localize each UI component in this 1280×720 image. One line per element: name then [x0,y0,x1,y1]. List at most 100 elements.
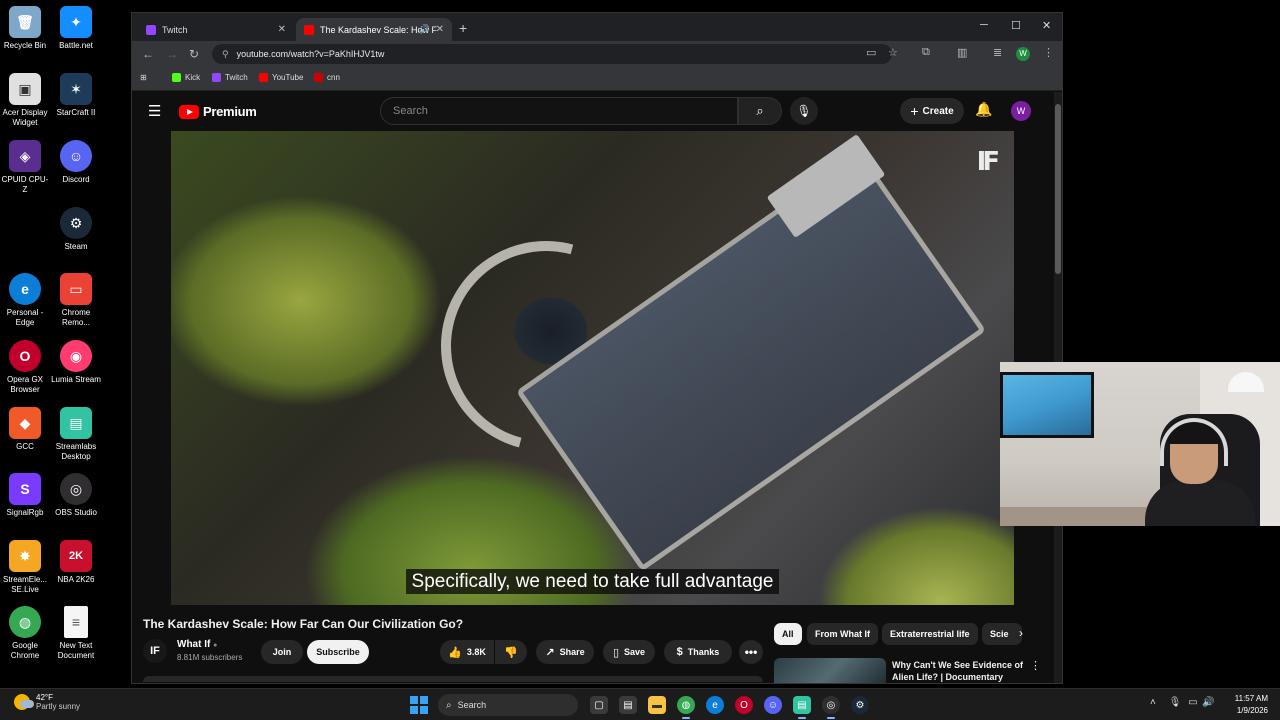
description-box[interactable] [143,676,763,682]
chip-science[interactable]: Scie [982,623,1022,645]
speaker-icon[interactable]: 🔊 [419,24,430,35]
more-actions-button[interactable]: ••• [739,640,763,664]
desktop-icon-discord[interactable]: ☺ Discord [51,140,101,185]
streamlabs-icon[interactable]: ▤ [793,696,811,719]
tab-youtube[interactable]: The Kardashev Scale: How F 🔊 ✕ [296,18,452,41]
discord-icon[interactable]: ☺ [764,696,782,714]
chip-all[interactable]: All [774,623,802,645]
minimize-icon[interactable]: ─ [980,19,988,31]
tab-twitch[interactable]: Twitch ✕ [138,18,294,41]
split-view-icon[interactable]: ▥ [957,46,967,59]
desktop-icon-new-text-document[interactable]: ≡ New Text Document [51,606,101,661]
kebab-menu-icon[interactable]: ⋮ [1030,659,1041,672]
subscribe-button[interactable]: Subscribe [307,640,369,664]
hamburger-menu-icon[interactable]: ☰ [148,102,161,120]
reload-icon[interactable]: ↻ [189,47,199,61]
thanks-label: Thanks [687,647,720,657]
notifications-bell-icon[interactable]: 🔔 [975,101,992,118]
install-app-icon[interactable]: ▭ [866,46,876,59]
video-player[interactable]: IF Specifically, we need to take full ad… [171,131,1014,605]
volume-icon[interactable]: 🔊 [1202,697,1214,708]
desktop-icon-cpuz[interactable]: ◈ CPUID CPU-Z [0,140,50,195]
chevron-right-icon[interactable]: › [1019,626,1023,640]
dislike-button[interactable]: 👎 [495,640,527,664]
youtube-page: ☰ Premium Search ⌕ 🎙 + Create 🔔 W IF Spe… [132,92,1062,683]
thanks-button[interactable]: $ Thanks [664,640,732,664]
chip-extraterrestrial-life[interactable]: Extraterrestrial life [882,623,978,645]
recommendation-title[interactable]: Why Can't We See Evidence of Alien Life?… [892,659,1024,683]
save-button[interactable]: ▯ Save [603,640,655,664]
scrollbar-thumb[interactable] [1055,104,1061,274]
network-icon[interactable]: ▭ [1188,697,1197,708]
apps-grid-icon[interactable]: ⊞ [140,73,147,82]
desktop-icon-streamlabs[interactable]: ▤ Streamlabs Desktop [51,407,101,462]
back-icon[interactable]: ← [142,47,154,61]
edge-icon[interactable]: e [706,696,724,714]
desktop-icon-opera-gx[interactable]: O Opera GX Browser [0,340,50,395]
reading-list-icon[interactable]: ≣ [993,46,1002,59]
like-button[interactable]: 👍 3.8K [440,640,494,664]
steam-icon[interactable]: ⚙ [851,696,869,714]
obs-icon[interactable]: ◎ [822,696,840,719]
taskbar-search[interactable]: ⌕ Search [438,694,578,716]
taskbar-clock[interactable]: 11:57 AM 1/9/2026 [1226,693,1268,717]
share-button[interactable]: ↗ Share [536,640,594,664]
plus-icon[interactable]: + [459,20,467,36]
join-button[interactable]: Join [261,640,303,664]
bookmark-youtube[interactable]: YouTube [259,73,303,82]
desktop-icon-battle-net[interactable]: ✦ Battle.net [51,6,101,51]
desktop-icon-starcraft[interactable]: ✶ StarCraft II [51,73,101,118]
desktop-icon-recycle-bin[interactable]: 🗑 Recycle Bin [0,6,50,51]
file-explorer-icon[interactable]: ▬ [648,696,666,714]
address-bar[interactable]: ⚲ youtube.com/watch?v=PaKhIHJV1tw [212,44,892,64]
voice-search-button[interactable]: 🎙 [790,97,818,125]
desktop-icon-streamelements[interactable]: ✸ StreamEle... SE.Live [0,540,50,595]
desktop-icon-gcc[interactable]: ◆ GCC [0,407,50,452]
profile-avatar[interactable]: W [1016,47,1030,61]
channel-name[interactable]: What If ● [177,639,217,650]
desktop-icon-nba2k26[interactable]: 2K NBA 2K26 [51,540,101,585]
close-icon[interactable]: ✕ [278,24,286,35]
gcc-icon: ◆ [9,407,41,439]
bookmark-twitch[interactable]: Twitch [212,73,248,82]
microphone-icon[interactable]: 🎙 [1169,697,1182,708]
desktop-icon-obs[interactable]: ◎ OBS Studio [51,473,101,518]
twitch-icon [212,73,221,82]
close-icon[interactable]: ✕ [436,24,444,35]
chevron-up-icon[interactable]: ˄ [1150,697,1156,708]
menu-kebab-icon[interactable]: ⋮ [1043,46,1054,59]
extensions-icon[interactable]: ⧉ [922,46,930,59]
chrome-icon[interactable]: ◍ [677,696,695,719]
recommendation-thumbnail[interactable] [774,658,886,683]
youtube-premium-logo[interactable]: Premium [179,104,257,119]
chip-from-what-if[interactable]: From What If [807,623,878,645]
desktop-icon-chrome-remote[interactable]: ▭ Chrome Remo... [51,273,101,328]
forward-icon[interactable]: → [166,47,178,61]
search-input[interactable]: Search [380,97,738,125]
close-window-icon[interactable]: ✕ [1042,19,1051,32]
bookmark-star-icon[interactable]: ☆ [888,46,898,59]
channel-avatar[interactable]: IF [143,639,167,663]
desktop-icon-acer-display-widget[interactable]: ▣ Acer Display Widget [0,73,50,128]
cpuz-icon: ◈ [9,140,41,172]
plus-icon: + [910,103,919,119]
save-label: Save [624,647,646,657]
search-button[interactable]: ⌕ [738,97,782,125]
desktop-icon-signalrgb[interactable]: S SignalRgb [0,473,50,518]
windows-start-icon[interactable] [410,696,428,714]
desktop-icon-google-chrome[interactable]: ◍ Google Chrome [0,606,50,661]
desktop-app-icon[interactable]: ▤ [619,696,637,714]
desktop-icon-steam[interactable]: ⚙ Steam [51,207,101,252]
maximize-icon[interactable]: ☐ [1011,19,1021,32]
task-view-icon[interactable]: ▢ [590,696,608,714]
weather-widget[interactable]: 42°F Partly sunny [14,693,80,711]
bookmark-kick[interactable]: Kick [172,73,200,82]
bookmark-cnn[interactable]: cnn [314,73,340,82]
create-button[interactable]: + Create [900,98,964,124]
share-label: Share [559,647,585,657]
site-info-icon[interactable]: ⚲ [222,49,229,60]
desktop-icon-lumia-stream[interactable]: ◉ Lumia Stream [51,340,101,385]
opera-gx-icon[interactable]: O [735,696,753,714]
desktop-icon-edge[interactable]: e Personal - Edge [0,273,50,328]
account-avatar[interactable]: W [1011,101,1031,121]
